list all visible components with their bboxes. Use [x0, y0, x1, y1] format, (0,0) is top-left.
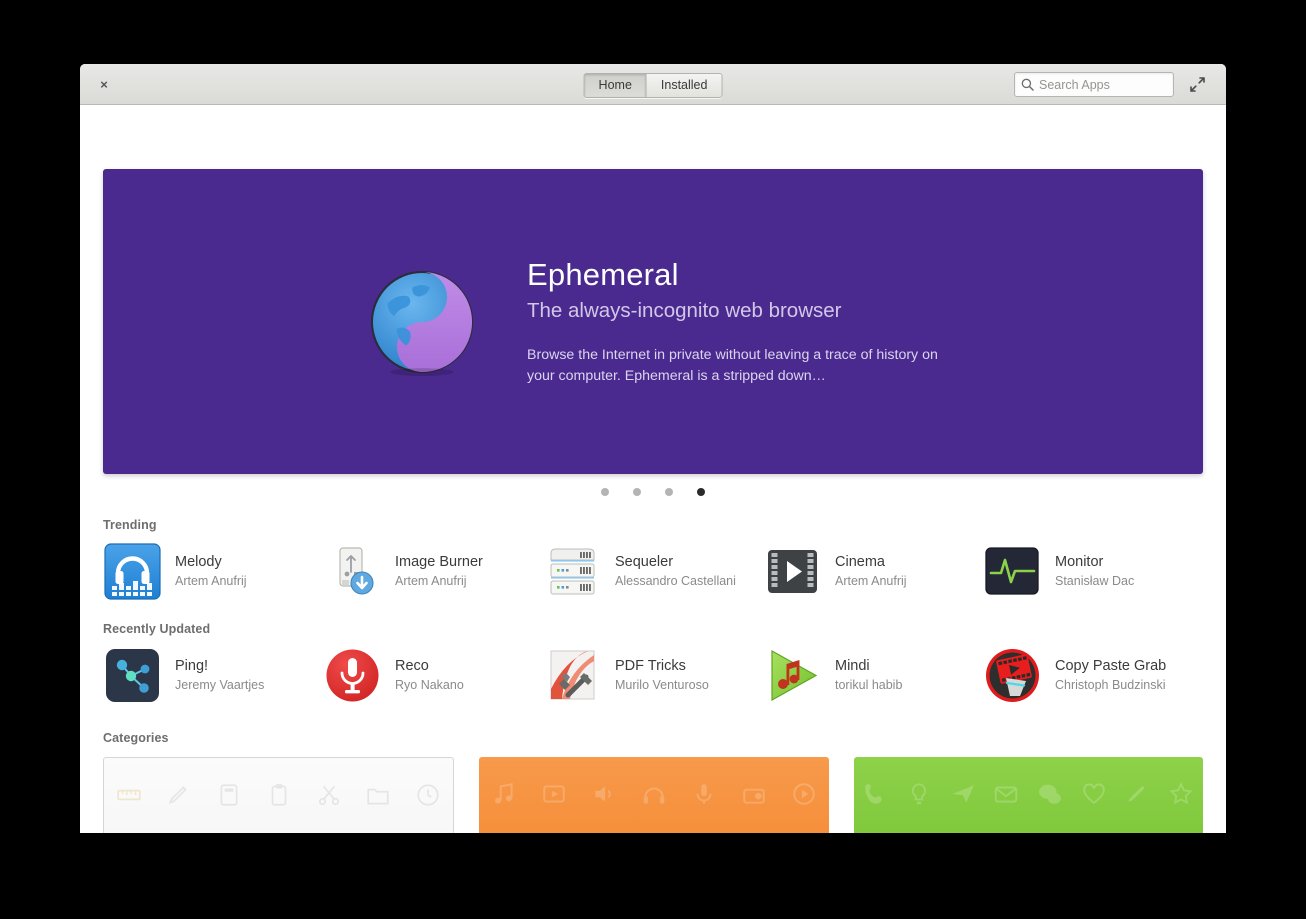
- accessories-pattern-icons: [104, 782, 453, 808]
- carousel-dot-2[interactable]: [633, 488, 641, 496]
- carousel-dot-1[interactable]: [601, 488, 609, 496]
- close-button[interactable]: ×: [90, 64, 118, 104]
- recently-updated-app-row: Ping! Jeremy Vaartjes Reco Ryo Nakano PD…: [103, 646, 1203, 704]
- phone-icon: [865, 784, 883, 804]
- app-author: Artem Anufrij: [395, 574, 467, 588]
- app-center-window: × Home Installed Search Apps Ephemeral T…: [80, 64, 1226, 833]
- heart-icon: [1083, 783, 1105, 804]
- ruler-icon: [117, 789, 141, 801]
- app-author: Jeremy Vaartjes: [175, 678, 265, 692]
- categories-row: Accessories: [103, 757, 1203, 833]
- app-name: Monitor: [1055, 554, 1104, 570]
- app-name: Copy Paste Grab: [1055, 658, 1167, 674]
- app-tile-image-burner[interactable]: Image Burner Artem Anufrij: [323, 542, 543, 600]
- window-headerbar: × Home Installed: [80, 64, 1226, 105]
- music-note-icon: [495, 783, 513, 804]
- app-tile-ping[interactable]: Ping! Jeremy Vaartjes: [103, 646, 323, 704]
- featured-banner[interactable]: Ephemeral The always-incognito web brows…: [103, 169, 1203, 474]
- reco-icon: [323, 646, 381, 704]
- app-name: Cinema: [835, 554, 885, 570]
- app-author: Christoph Budzinski: [1055, 678, 1166, 692]
- category-card-communication[interactable]: Communication: [853, 757, 1203, 833]
- tab-home[interactable]: Home: [584, 74, 646, 97]
- app-author: Ryo Nakano: [395, 678, 464, 692]
- melody-icon: [103, 542, 161, 600]
- headphones-icon: [643, 787, 665, 804]
- banner-subtitle: The always-incognito web browser: [527, 299, 842, 322]
- app-tile-melody[interactable]: Melody Artem Anufrij: [103, 542, 323, 600]
- app-tile-copy-paste-grab[interactable]: Copy Paste Grab Christoph Budzinski: [983, 646, 1203, 704]
- mindi-icon: [763, 646, 821, 704]
- microphone-icon: [696, 784, 712, 804]
- app-name: Mindi: [835, 658, 870, 674]
- communication-pattern-icons: [854, 781, 1203, 807]
- calculator-icon: [220, 784, 238, 806]
- ping-icon: [103, 646, 161, 704]
- app-name: Sequeler: [615, 554, 674, 570]
- banner-title: Ephemeral: [527, 257, 679, 292]
- radio-icon: [742, 788, 765, 804]
- tab-installed[interactable]: Installed: [645, 74, 722, 97]
- fullscreen-button[interactable]: [1184, 64, 1210, 104]
- clock-icon: [417, 784, 439, 806]
- play-icon: [792, 783, 815, 805]
- pencil-icon: [1128, 785, 1146, 802]
- star-icon: [1169, 782, 1193, 805]
- app-tile-reco[interactable]: Reco Ryo Nakano: [323, 646, 543, 704]
- speaker-icon: [595, 786, 611, 802]
- envelope-icon: [995, 786, 1018, 803]
- clipboard-icon: [271, 784, 286, 806]
- app-tile-sequeler[interactable]: Sequeler Alessandro Castellani: [543, 542, 763, 600]
- maximize-icon: [1189, 76, 1205, 92]
- pencil-icon: [168, 786, 187, 804]
- pdf-tricks-icon: [543, 646, 601, 704]
- category-card-accessories[interactable]: Accessories: [103, 757, 455, 833]
- sequeler-icon: [543, 542, 601, 600]
- app-author: Stanisław Dac: [1055, 574, 1135, 588]
- audio-video-pattern-icons: [479, 781, 828, 807]
- carousel-dots: [80, 488, 1226, 496]
- film-icon: [543, 785, 565, 803]
- close-icon: ×: [100, 76, 108, 92]
- search-input[interactable]: [1039, 77, 1167, 92]
- paper-plane-icon: [951, 785, 974, 803]
- app-tile-pdf-tricks[interactable]: PDF Tricks Murilo Venturoso: [543, 646, 763, 704]
- app-author: Artem Anufrij: [175, 574, 247, 588]
- chat-bubbles-icon: [1039, 784, 1061, 804]
- app-tile-monitor[interactable]: Monitor Stanisław Dac: [983, 542, 1203, 600]
- copy-paste-grab-icon: [983, 646, 1041, 704]
- image-burner-icon: [323, 542, 381, 600]
- app-author: Murilo Venturoso: [615, 678, 709, 692]
- search-icon: [1021, 78, 1034, 91]
- app-tile-cinema[interactable]: Cinema Artem Anufrij: [763, 542, 983, 600]
- monitor-icon: [983, 542, 1041, 600]
- banner-description: Browse the Internet in private without l…: [527, 347, 938, 384]
- search-box[interactable]: [1014, 72, 1174, 97]
- folder-icon: [367, 788, 390, 805]
- section-title-trending: Trending: [103, 518, 157, 532]
- app-name: Ping!: [175, 658, 209, 674]
- app-tile-mindi[interactable]: Mindi torikul habib: [763, 646, 983, 704]
- app-name: PDF Tricks: [615, 658, 686, 674]
- category-card-audio-video[interactable]: Audio & Video: [479, 757, 829, 833]
- cinema-icon: [763, 542, 821, 600]
- main-scroll-area[interactable]: Ephemeral The always-incognito web brows…: [80, 105, 1226, 833]
- section-title-recently-updated: Recently Updated: [103, 622, 211, 636]
- app-author: Alessandro Castellani: [615, 574, 736, 588]
- app-name: Melody: [175, 554, 222, 570]
- trending-app-row: Melody Artem Anufrij Image Burner Artem …: [103, 542, 1203, 600]
- lightbulb-icon: [912, 783, 927, 805]
- app-name: Reco: [395, 658, 429, 674]
- section-title-categories: Categories: [103, 731, 169, 745]
- ephemeral-globe-icon: [370, 270, 474, 376]
- carousel-dot-4[interactable]: [697, 488, 705, 496]
- view-mode-switch: Home Installed: [583, 73, 723, 98]
- scissors-icon: [318, 785, 339, 806]
- app-author: torikul habib: [835, 678, 903, 692]
- app-name: Image Burner: [395, 554, 483, 570]
- carousel-dot-3[interactable]: [665, 488, 673, 496]
- app-author: Artem Anufrij: [835, 574, 907, 588]
